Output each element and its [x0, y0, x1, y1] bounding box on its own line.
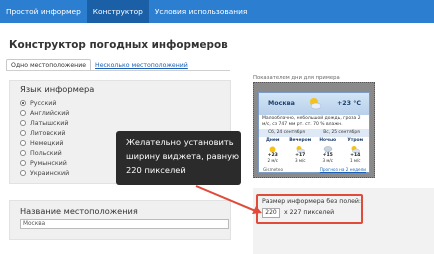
radio-icon[interactable] [20, 160, 26, 166]
widget-period: Ночью [319, 138, 337, 143]
widget-dates: Сб, 24 сентября Вс, 25 сентября [259, 129, 369, 137]
sun-cloud-icon [310, 98, 322, 110]
callout-tooltip: Желательно установить ширину виджета, ра… [116, 131, 241, 185]
widget-period: Утром [347, 138, 364, 143]
radio-icon[interactable] [20, 170, 26, 176]
forecast-column: +14 1 м/с [342, 153, 370, 163]
widget-brand: Gismeteo [263, 167, 284, 172]
tabs-divider [6, 70, 230, 71]
callout-text: Желательно установить ширину виджета, ра… [126, 135, 239, 177]
language-option-polish[interactable]: Польский [20, 148, 69, 158]
radio-icon[interactable] [20, 140, 26, 146]
location-input[interactable]: Москва [20, 219, 229, 229]
size-label: Размер информера без полей: [262, 198, 361, 205]
callout-line: Желательно установить [126, 137, 234, 147]
language-option-label: Латышский [30, 119, 69, 127]
forecast-column: +17 3 м/с [287, 153, 315, 163]
language-option-label: Русский [30, 99, 57, 107]
width-input[interactable]: 220 [262, 208, 280, 218]
language-option-label: Украинский [30, 169, 70, 177]
widget-period: Вечером [289, 138, 312, 143]
widget-description: Малооблачно, небольшой дождь, гроза 2 м/… [262, 116, 361, 127]
location-title: Название местоположения [20, 206, 138, 216]
widget-header: Москва +23 °C [259, 93, 369, 115]
forecast-wind: 1 м/с [349, 157, 361, 163]
widget-periods: Днем Вечером Ночью Утром [259, 138, 369, 143]
widget-forecast-columns: +23 2 м/с +17 3 м/с +15 3 м/с +14 1 м/с [259, 153, 370, 163]
widget-temperature: +23 °C [336, 100, 361, 107]
radio-icon[interactable] [20, 150, 26, 156]
language-option-romanian[interactable]: Румынский [20, 158, 69, 168]
language-option-label: Литовский [30, 129, 66, 137]
radio-icon[interactable] [20, 100, 26, 106]
widget-city: Москва [268, 100, 295, 107]
language-option-ukrainian[interactable]: Украинский [20, 168, 69, 178]
language-title: Язык информера [20, 84, 95, 94]
forecast-wind: 3 м/с [294, 157, 306, 163]
language-option-latvian[interactable]: Латышский [20, 118, 69, 128]
language-option-label: Румынский [30, 159, 67, 167]
top-navbar: Простой информер Конструктор Условия исп… [0, 0, 434, 23]
location-panel: Название местоположения Москва [9, 200, 231, 240]
forecast-column: +15 3 м/с [314, 153, 342, 163]
callout-line: 220 пикселей [126, 165, 186, 175]
forecast-wind: 2 м/с [267, 157, 279, 163]
radio-icon[interactable] [20, 120, 26, 126]
language-option-lithuanian[interactable]: Литовский [20, 128, 69, 138]
forecast-wind: 3 м/с [322, 157, 334, 163]
language-option-russian[interactable]: Русский [20, 98, 69, 108]
language-option-label: Польский [30, 149, 62, 157]
widget-forecast-link[interactable]: Прогноз на 2 недели [320, 167, 366, 172]
widget-footer: Gismeteo Прогноз на 2 недели [259, 166, 369, 173]
nav-constructor[interactable]: Конструктор [86, 0, 149, 23]
forecast-column: +23 2 м/с [259, 153, 287, 163]
widget-period: Днем [265, 138, 280, 143]
language-option-english[interactable]: Английский [20, 108, 69, 118]
radio-icon[interactable] [20, 110, 26, 116]
page-title: Конструктор погодных информеров [9, 39, 228, 51]
radio-icon[interactable] [20, 130, 26, 136]
language-option-german[interactable]: Немецкий [20, 138, 69, 148]
size-suffix: x 227 пикселей [284, 209, 335, 216]
widget-date: Вс, 25 сентября [323, 130, 360, 135]
callout-line: ширину виджета, равную [126, 151, 239, 161]
nav-terms[interactable]: Условия использования [149, 0, 253, 23]
language-option-label: Немецкий [30, 139, 64, 147]
nav-simple-informer[interactable]: Простой информер [0, 0, 87, 23]
preview-label: Показателем дни для примера [253, 75, 340, 81]
language-option-label: Английский [30, 109, 70, 117]
weather-widget: Москва +23 °C Малооблачно, небольшой дож… [258, 92, 370, 173]
language-list: Русский Английский Латышский Литовский Н… [20, 98, 69, 178]
widget-date: Сб, 24 сентября [268, 130, 305, 135]
